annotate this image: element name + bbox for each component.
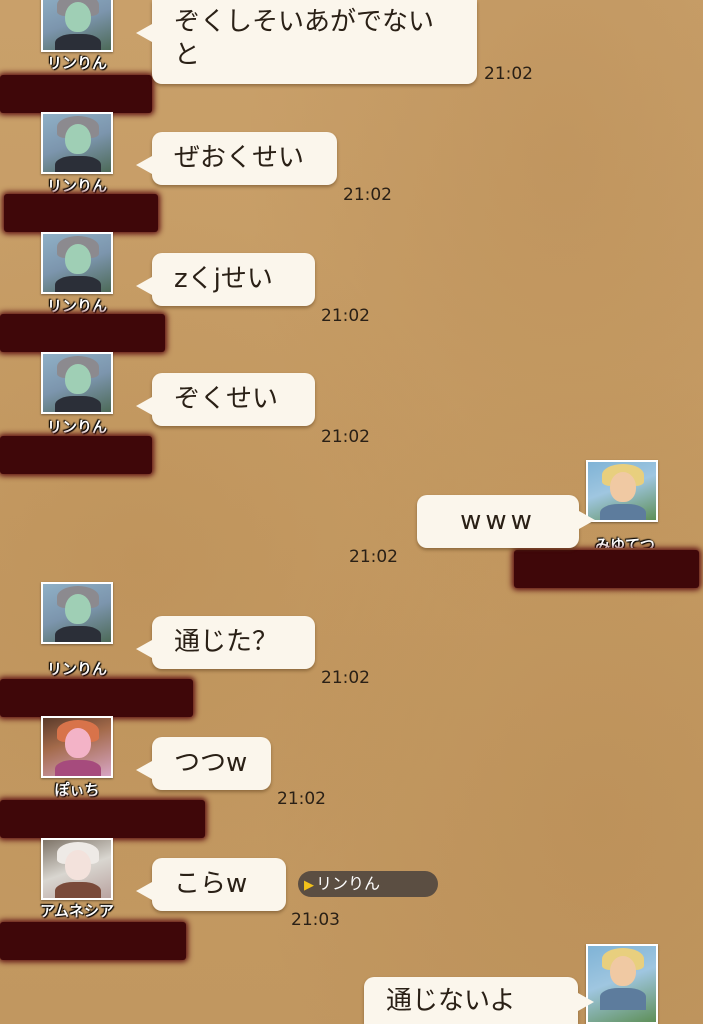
redacted-block [0,922,186,960]
redacted-block [4,194,158,232]
mention-name: リンりん [316,874,381,893]
sender-name: アムネシア [40,902,114,920]
redacted-block [0,75,152,113]
mention-tag[interactable]: ▶ リンりん [298,871,438,897]
sender-name: みゆてつ [595,536,655,548]
sender-name: リンりん [46,297,107,315]
sender-name: ぽぃち [54,781,100,799]
chat-log: リンりん ぞくしそいあがでないと 21:02 リンりん ぜおくせい 21:02 … [0,0,703,1024]
message-time: 21:02 [321,306,370,326]
message-time: 21:02 [484,64,533,84]
avatar[interactable] [41,716,113,778]
message-bubble: zくjせい [136,253,315,306]
message-bubble: こらw [136,858,286,911]
avatar[interactable] [586,944,658,1024]
message-bubble: つつw [136,737,271,790]
sender-name: リンりん [46,418,107,436]
sender-name: リンりん [46,177,107,195]
redacted-block [0,679,193,717]
message-bubble: ぞくせい [136,373,315,426]
message-bubble: ぞくしそいあがでないと [136,0,477,84]
message-time: 21:02 [349,547,398,567]
sender-name: リンりん [46,54,107,72]
message-time: 21:03 [291,910,340,930]
redacted-block [0,436,152,474]
avatar[interactable] [41,838,113,900]
avatar[interactable] [41,232,113,294]
message-bubble: 通じないよ [364,977,594,1024]
message-bubble: 通じた？ [136,616,315,669]
sender-name: リンりん [46,660,107,678]
avatar[interactable] [41,352,113,414]
message-bubble: ぜおくせい [136,132,337,185]
redacted-block [514,550,699,588]
message-time: 21:02 [321,427,370,447]
message-time: 21:02 [277,789,326,809]
avatar[interactable] [41,582,113,644]
message-time: 21:02 [321,668,370,688]
avatar[interactable] [586,460,658,522]
avatar[interactable] [41,112,113,174]
message-bubble: www [417,495,595,548]
redacted-block [0,800,205,838]
message-time: 21:02 [343,185,392,205]
play-triangle-icon: ▶ [304,878,314,893]
avatar[interactable] [41,0,113,52]
redacted-block [0,314,165,352]
